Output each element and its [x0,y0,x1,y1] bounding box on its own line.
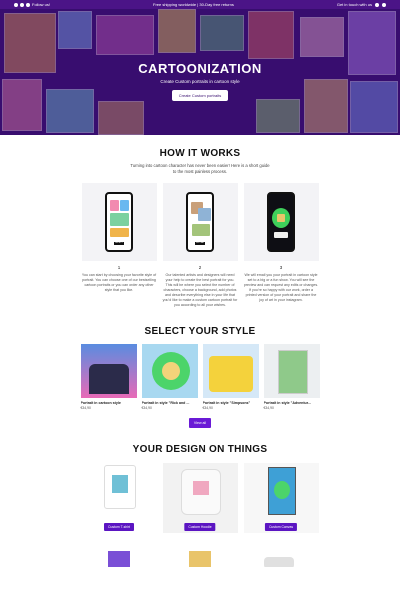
product-card[interactable]: Portrait in style "Rick and ... €34,90 [141,344,198,410]
hoodie-card[interactable]: Custom Hoodie [162,463,238,533]
product-name[interactable]: Portrait in cartoon style [81,401,137,405]
design-on-things-title: YOUR DESIGN ON THINGS [132,444,268,455]
product-name[interactable]: Portrait in style "Adventur... [264,401,320,405]
step-number: 2 [198,265,202,270]
phone-mockup: SELECT [105,192,133,252]
step-number: 1 [117,265,121,270]
design-on-things-section: YOUR DESIGN ON THINGS Custom T-shirt Cus… [0,428,400,567]
how-it-works-title: HOW IT WORKS [159,148,241,159]
merch-card[interactable] [82,547,157,567]
select-style-title: SELECT YOUR STYLE [144,326,256,337]
step-2: UPLOAD 2 Our talented artists and design… [162,183,238,308]
facebook-icon[interactable] [14,2,18,7]
hero-banner: CARTOONIZATION Create Custom portraits i… [0,9,400,135]
merch-cards-row-2 [0,547,400,567]
step-1: SELECT 1 You can start by choosing your … [81,183,157,308]
product-price: €34,90 [80,406,91,410]
product-card[interactable]: Portrait in style "Simpsons" €34,90 [202,344,259,410]
select-style-section: SELECT YOUR STYLE Portrait in cartoon st… [0,308,400,428]
canvas-card[interactable]: Custom Canvas [243,463,319,533]
how-it-works-section: HOW IT WORKS Turning into cartoon charac… [0,135,400,308]
intro-line-2: to the most painless process. [172,169,228,174]
tshirt-card[interactable]: Custom T-shirt [82,463,157,533]
product-name[interactable]: Portrait in style "Rick and ... [142,401,198,405]
hero-subtitle: Create Custom portraits in cartoon style [160,79,240,84]
custom-hoodie-button[interactable]: Custom Hoodie [184,523,216,531]
create-portrait-button[interactable]: Create Custom portraits [171,90,229,101]
product-name[interactable]: Portrait in style "Simpsons" [203,401,259,405]
custom-tshirt-button[interactable]: Custom T-shirt [104,523,134,531]
step-2-illustration: UPLOAD [162,183,238,261]
phone-mockup [267,192,295,252]
pinterest-icon[interactable] [26,2,30,7]
merch-card[interactable] [244,547,319,567]
steps-row: SELECT 1 You can start by choosing your … [0,183,400,308]
email-icon[interactable] [374,2,379,7]
view-all-button[interactable]: View all [189,418,211,428]
contact-links: Get in touch with us [337,2,386,7]
instagram-icon[interactable] [20,2,24,7]
product-price: €34,90 [263,406,274,410]
step-1-illustration: SELECT [81,183,157,261]
merch-card[interactable] [163,547,238,567]
how-it-works-intro: Turning into cartoon character has never… [0,163,400,175]
contact-text: Get in touch with us [336,2,372,7]
phone-icon[interactable] [381,2,386,7]
custom-canvas-button[interactable]: Custom Canvas [264,523,298,531]
shipping-notice: Free shipping worldwide | 30-Day free re… [153,2,234,7]
step-3-illustration [243,183,319,261]
phone-select-button: SELECT [114,242,124,245]
product-card[interactable]: Portrait in style "Adventur... €34,90 [263,344,320,410]
product-image[interactable] [80,344,137,398]
product-image[interactable] [263,344,320,398]
hero-title: CARTOONIZATION [138,61,262,76]
product-card[interactable]: Portrait in cartoon style €34,90 [80,344,137,410]
phone-upload-button: UPLOAD [195,242,205,245]
step-description: Our talented artists and designers will … [162,273,238,307]
product-price: €34,90 [141,406,152,410]
style-cards: Portrait in cartoon style €34,90 Portrai… [0,344,400,410]
step-description: You can start by choosing your favorite … [81,273,157,292]
phone-mockup: UPLOAD [186,192,214,252]
hero-content: CARTOONIZATION Create Custom portraits i… [0,61,400,102]
product-image[interactable] [141,344,198,398]
product-price: €34,90 [202,406,213,410]
follow-us-text: Follow us! [32,2,51,7]
step-number: 3 [279,265,283,270]
step-description: We will email you your portrait in carto… [243,273,319,302]
announcement-bar: Follow us! Free shipping worldwide | 30-… [0,0,400,9]
social-links: Follow us! [14,2,50,7]
merch-cards: Custom T-shirt Custom Hoodie Custom Canv… [0,463,400,533]
step-3: 3 We will email you your portrait in car… [243,183,319,308]
product-image[interactable] [202,344,259,398]
